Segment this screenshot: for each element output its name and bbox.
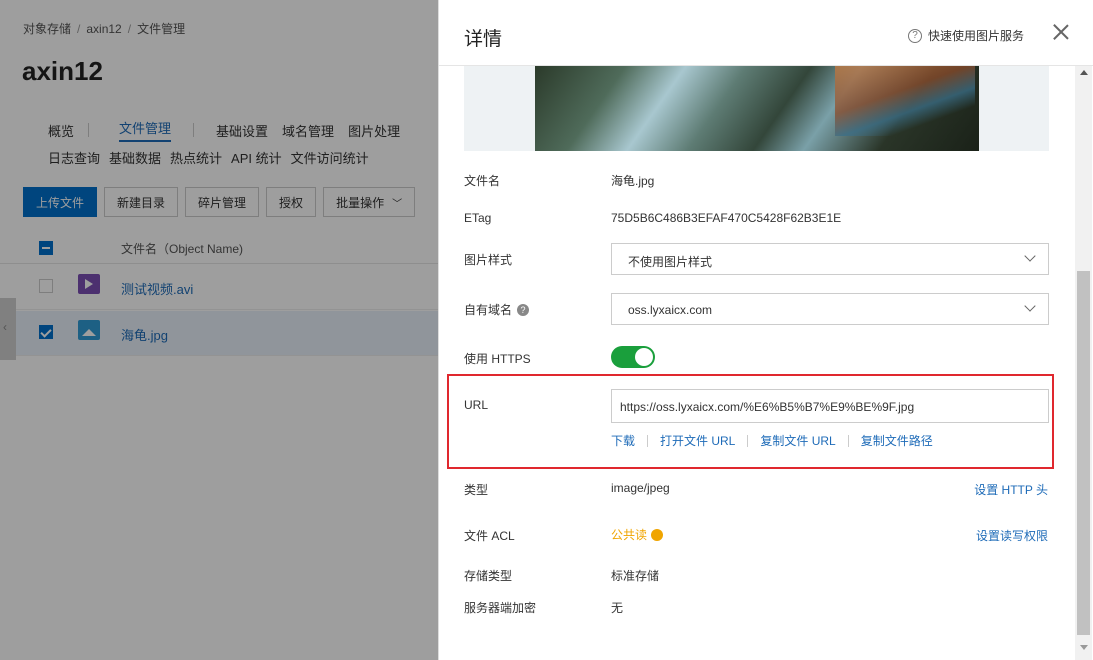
url-value: https://oss.lyxaicx.com/%E6%B5%B7%E9%BE%… (620, 400, 915, 414)
encryption-label: 服务器端加密 (464, 601, 537, 615)
quick-help-label: 快速使用图片服务 (928, 29, 1025, 43)
detail-drawer: 详情 ? 快速使用图片服务 文件名 海龟.jpg ETag 75D5B6C486… (438, 0, 1093, 660)
scrollbar[interactable] (1075, 66, 1092, 660)
image-style-label: 图片样式 (464, 253, 513, 267)
turtle-image (535, 66, 979, 151)
link-divider (847, 434, 849, 447)
storage-class-label: 存储类型 (464, 569, 513, 583)
url-actions: 下载 打开文件 URL 复制文件 URL 复制文件路径 (611, 432, 933, 449)
acl-value: 公共读 (611, 526, 664, 543)
etag-value: 75D5B6C486B3EFAF470C5428F62B3E1E (611, 211, 842, 225)
custom-domain-value: oss.lyxaicx.com (628, 303, 713, 317)
help-icon[interactable]: ? (517, 303, 530, 316)
toggle-knob (635, 348, 653, 366)
download-link[interactable]: 下载 (611, 432, 635, 449)
drawer-header: 详情 ? 快速使用图片服务 (439, 0, 1093, 66)
scroll-up-arrow-icon[interactable] (1080, 70, 1088, 75)
image-preview (464, 66, 1049, 151)
chevron-down-icon (1024, 250, 1036, 262)
chevron-down-icon (1024, 300, 1036, 312)
image-style-value: 不使用图片样式 (628, 255, 713, 269)
set-http-header-link[interactable]: 设置 HTTP 头 (974, 481, 1048, 498)
copy-file-url-link[interactable]: 复制文件 URL (760, 432, 835, 449)
scroll-down-arrow-icon[interactable] (1080, 645, 1088, 650)
url-label: URL (464, 398, 489, 412)
type-value: image/jpeg (611, 481, 670, 495)
filename-value: 海龟.jpg (611, 174, 655, 188)
set-acl-link[interactable]: 设置读写权限 (976, 527, 1048, 544)
acl-label: 文件 ACL (464, 529, 515, 543)
custom-domain-select[interactable]: oss.lyxaicx.com (611, 293, 1049, 325)
question-icon: ? (908, 28, 922, 43)
scroll-thumb[interactable] (1077, 271, 1090, 635)
warning-dot-icon (651, 528, 664, 541)
copy-file-path-link[interactable]: 复制文件路径 (861, 432, 933, 449)
link-divider (747, 434, 749, 447)
encryption-value: 无 (611, 601, 624, 615)
open-file-url-link[interactable]: 打开文件 URL (660, 432, 735, 449)
custom-domain-label: 自有域名 ? (464, 301, 530, 318)
type-label: 类型 (464, 483, 489, 497)
quick-help-link[interactable]: ? 快速使用图片服务 (908, 27, 1024, 44)
image-style-select[interactable]: 不使用图片样式 (611, 243, 1049, 275)
etag-label: ETag (464, 211, 492, 225)
storage-class-value: 标准存储 (611, 569, 660, 583)
drawer-title: 详情 (464, 29, 503, 50)
turtle-image-detail (835, 66, 975, 136)
modal-overlay[interactable] (0, 0, 438, 660)
https-label: 使用 HTTPS (464, 352, 531, 366)
acl-value-text: 公共读 (611, 528, 648, 542)
https-toggle[interactable] (611, 346, 655, 368)
filename-label: 文件名 (464, 174, 501, 188)
close-icon[interactable] (1051, 22, 1071, 42)
custom-domain-label-text: 自有域名 (464, 303, 513, 317)
url-field[interactable]: https://oss.lyxaicx.com/%E6%B5%B7%E9%BE%… (611, 389, 1049, 423)
link-divider (647, 434, 649, 447)
